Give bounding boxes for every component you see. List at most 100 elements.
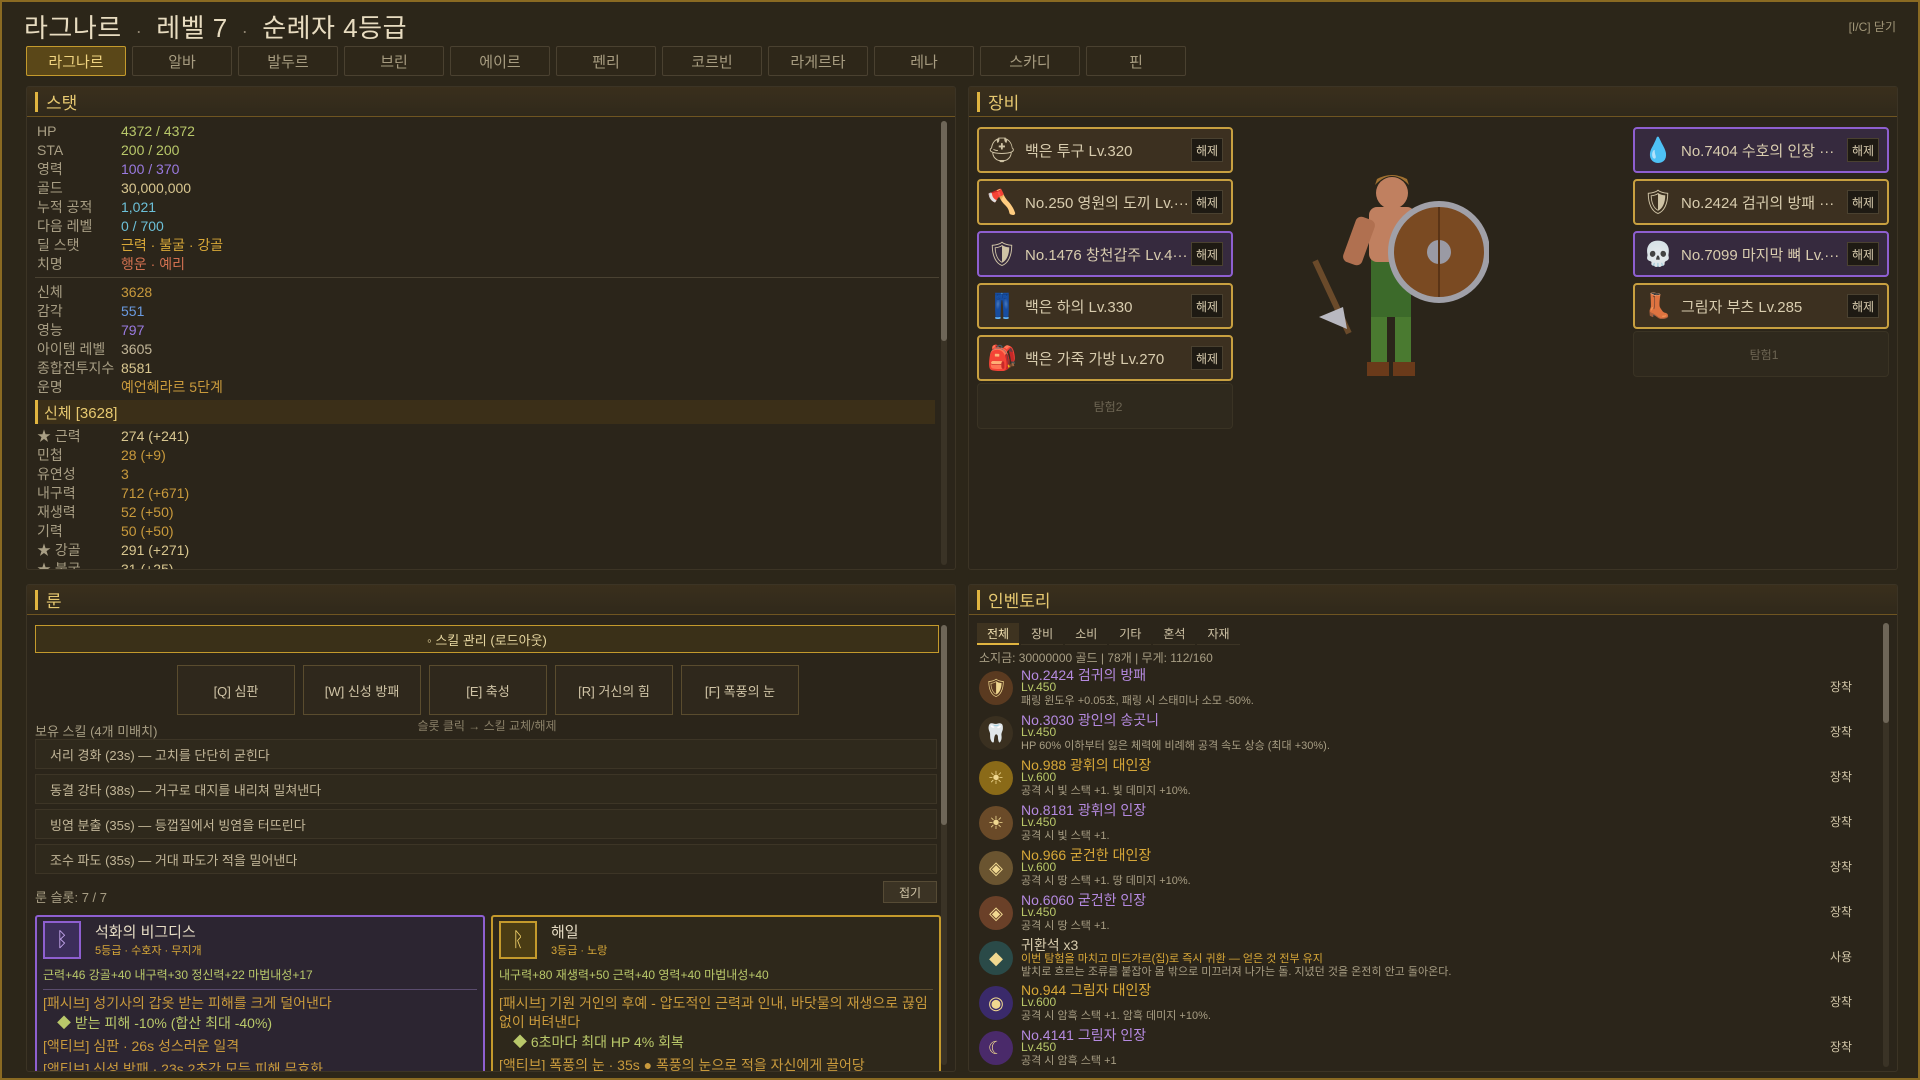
tab-7[interactable]: 라게르타 <box>768 46 868 76</box>
tab-0[interactable]: 라그나르 <box>26 46 126 76</box>
stat-label: STA <box>37 141 64 158</box>
equip-name: No.7404 수호의 인장 ··· <box>1681 142 1835 160</box>
item-desc: 공격 시 땅 스택 +1. 땅 데미지 +10%. <box>1021 875 1191 887</box>
tab-6[interactable]: 코르빈 <box>662 46 762 76</box>
stat-row: 재생력 52 (+50) <box>27 502 947 521</box>
inventory-item[interactable]: ☾ No.4141 그림자 인장 Lv.450 공격 시 암흑 스택 +1 장착 <box>977 1025 1867 1070</box>
unequip-button[interactable]: 해제 <box>1847 294 1879 318</box>
inventory-item[interactable]: 🦷 No.3030 광인의 송곳니 Lv.450 HP 60% 이하부터 잃은 체력에… <box>977 710 1867 755</box>
inventory-tab[interactable]: 자재 <box>1197 623 1240 645</box>
owned-skill-item[interactable]: 서리 경화 (23s) — 고치를 단단히 굳힌다 <box>35 739 937 769</box>
inventory-item[interactable]: ◈ No.6060 굳건한 인장 Lv.450 공격 시 땅 스택 +1. 장착 <box>977 890 1867 935</box>
tab-9[interactable]: 스카디 <box>980 46 1080 76</box>
unequip-button[interactable]: 해제 <box>1191 346 1223 370</box>
unequip-button[interactable]: 해제 <box>1191 138 1223 162</box>
tab-1[interactable]: 알바 <box>132 46 232 76</box>
stat-label: 기력 <box>37 522 63 539</box>
unequip-button[interactable]: 해제 <box>1191 242 1223 266</box>
bag-icon: 🎒 <box>987 344 1017 372</box>
inventory-tab[interactable]: 장비 <box>1021 623 1064 645</box>
equip-slot[interactable]: 🛡 No.1476 창천갑주 Lv.4··· 해제 <box>977 231 1233 277</box>
skill-slot-button[interactable]: [F] 폭풍의 눈 <box>681 665 799 715</box>
unequip-button[interactable]: 해제 <box>1847 242 1879 266</box>
unequip-button[interactable]: 해제 <box>1191 294 1223 318</box>
owned-skill-item[interactable]: 조수 파도 (35s) — 거대 파도가 적을 밀어낸다 <box>35 844 937 874</box>
skill-slot-button[interactable]: [W] 신성 방패 <box>303 665 421 715</box>
item-action-button[interactable]: 장착 <box>1821 720 1861 742</box>
stat-label: 영능 <box>37 321 63 338</box>
inventory-scrollbar[interactable] <box>1883 623 1889 1067</box>
skill-slot-button[interactable]: [R] 거신의 힘 <box>555 665 673 715</box>
stat-row: 딜 스탯 근력 · 불굴 · 강골 <box>27 235 947 254</box>
skill-manage-button[interactable]: ◦ 스킬 관리 (로드아웃) <box>35 625 939 653</box>
inventory-item[interactable]: 🛡 No.2424 검귀의 방패 Lv.450 패링 윈도우 +0.05초, 패링 시… <box>977 665 1867 710</box>
equip-slot[interactable]: 👢 그림자 부츠 Lv.285 해제 <box>1633 283 1889 329</box>
shield-icon: 🛡 <box>979 671 1013 705</box>
equip-slot[interactable]: 🎒 백은 가죽 가방 Lv.270 해제 <box>977 335 1233 381</box>
inventory-tab[interactable]: 혼석 <box>1153 623 1196 645</box>
tab-3[interactable]: 브린 <box>344 46 444 76</box>
inventory-tab[interactable]: 소비 <box>1065 623 1108 645</box>
stat-value: 행운 · 예리 <box>121 255 185 272</box>
rune-card-tide[interactable]: ᚱ 해일 3등급 · 노랑 내구력+80 재생력+50 근력+40 영력+40 … <box>491 915 941 1071</box>
inventory-tab[interactable]: 기타 <box>1109 623 1152 645</box>
equip-slot[interactable]: 🛡 No.2424 검귀의 방패 ··· 해제 <box>1633 179 1889 225</box>
stats-scrollbar[interactable] <box>941 121 947 565</box>
inventory-item[interactable]: ◆ 귀환석 x3 이번 탐험을 마치고 미드가르(집)로 즉시 귀환 — 얻은 것 … <box>977 935 1867 980</box>
tab-10[interactable]: 핀 <box>1086 46 1186 76</box>
rune-icon: ᛒ <box>43 921 81 959</box>
owned-skill-item[interactable]: 빙염 분출 (35s) — 등껍질에서 빙염을 터뜨린다 <box>35 809 937 839</box>
stat-label: HP <box>37 122 57 139</box>
inventory-item[interactable]: ◉ No.944 그림자 대인장 Lv.600 공격 시 암흑 스택 +1. 암흑 데… <box>977 980 1867 1025</box>
item-action-button[interactable]: 장착 <box>1821 855 1861 877</box>
skill-slot-button[interactable]: [Q] 심판 <box>177 665 295 715</box>
rune-card-vigdis[interactable]: ᛒ 석화의 비그디스 5등급 · 수호자 · 무지개 근력+46 강골+40 내… <box>35 915 485 1071</box>
tab-5[interactable]: 펜리 <box>556 46 656 76</box>
rune-scrollbar[interactable] <box>941 625 947 1065</box>
item-action-button[interactable]: 장착 <box>1821 810 1861 832</box>
stat-label: 감각 <box>37 302 63 319</box>
rune-active-1: [액티브] 심판 · 26s 성스러운 일격 <box>43 1038 240 1054</box>
rune-passive-bonus: ◆ 6초마다 최대 HP 4% 회복 <box>513 1034 684 1050</box>
return-stone-icon: ◆ <box>979 941 1013 975</box>
stat-label: 신체 <box>37 283 63 300</box>
inventory-item[interactable]: ☀ No.8181 광휘의 인장 Lv.450 공격 시 빛 스택 +1. 장착 <box>977 800 1867 845</box>
stat-value: 예언혜라르 5단계 <box>121 378 223 395</box>
item-action-button[interactable]: 장착 <box>1821 900 1861 922</box>
item-action-button[interactable]: 장착 <box>1821 990 1861 1012</box>
unequip-button[interactable]: 해제 <box>1191 190 1223 214</box>
equip-slot[interactable]: 💧 No.7404 수호의 인장 ··· 해제 <box>1633 127 1889 173</box>
owned-skill-item[interactable]: 동결 강타 (38s) — 거구로 대지를 내리쳐 밀쳐낸다 <box>35 774 937 804</box>
stat-row: 영력 100 / 370 <box>27 159 947 178</box>
stat-row: HP 4372 / 4372 <box>27 121 947 140</box>
stat-label: 내구력 <box>37 484 76 501</box>
sun-seal-icon: ☀ <box>979 806 1013 840</box>
empty-slot-left[interactable]: 탐험2 <box>977 383 1233 429</box>
item-action-button[interactable]: 장착 <box>1821 675 1861 697</box>
equip-slot[interactable]: 💀 No.7099 마지막 뼈 Lv.··· 해제 <box>1633 231 1889 277</box>
inventory-tab[interactable]: 전체 <box>977 623 1020 645</box>
tab-8[interactable]: 레나 <box>874 46 974 76</box>
close-hint[interactable]: [I/C] 닫기 <box>1849 18 1896 35</box>
stat-value: 274 (+241) <box>121 427 190 444</box>
stat-row: 아이템 레벨 3605 <box>27 339 947 358</box>
body-subheader: 신체 [3628] <box>35 400 935 424</box>
tab-2[interactable]: 발두르 <box>238 46 338 76</box>
equip-slot[interactable]: 🪓 No.250 영원의 도끼 Lv.··· 해제 <box>977 179 1233 225</box>
unequip-button[interactable]: 해제 <box>1847 138 1879 162</box>
unequip-button[interactable]: 해제 <box>1847 190 1879 214</box>
equip-slot[interactable]: ⛑ 백은 투구 Lv.320 해제 <box>977 127 1233 173</box>
inventory-item[interactable]: ☀ No.988 광휘의 대인장 Lv.600 공격 시 빛 스택 +1. 빛 데미지… <box>977 755 1867 800</box>
empty-slot-right[interactable]: 탐험1 <box>1633 331 1889 377</box>
tab-4[interactable]: 에이르 <box>450 46 550 76</box>
fold-button[interactable]: 접기 <box>883 881 937 903</box>
equip-slot[interactable]: 👖 백은 하의 Lv.330 해제 <box>977 283 1233 329</box>
item-action-button[interactable]: 장착 <box>1821 765 1861 787</box>
item-action-button[interactable]: 장착 <box>1821 1035 1861 1057</box>
character-window: 라그나르 · 레벨 7 · 순례자 4등급 [I/C] 닫기 라그나르 알바 발두르 브린 에이… <box>0 0 1920 1080</box>
stat-value: 3 <box>121 465 129 482</box>
item-action-button[interactable]: 사용 <box>1821 945 1861 967</box>
stat-value: 551 <box>121 302 145 319</box>
skill-slot-button[interactable]: [E] 축성 <box>429 665 547 715</box>
inventory-item[interactable]: ◈ No.966 굳건한 대인장 Lv.600 공격 시 땅 스택 +1. 땅 데미지… <box>977 845 1867 890</box>
